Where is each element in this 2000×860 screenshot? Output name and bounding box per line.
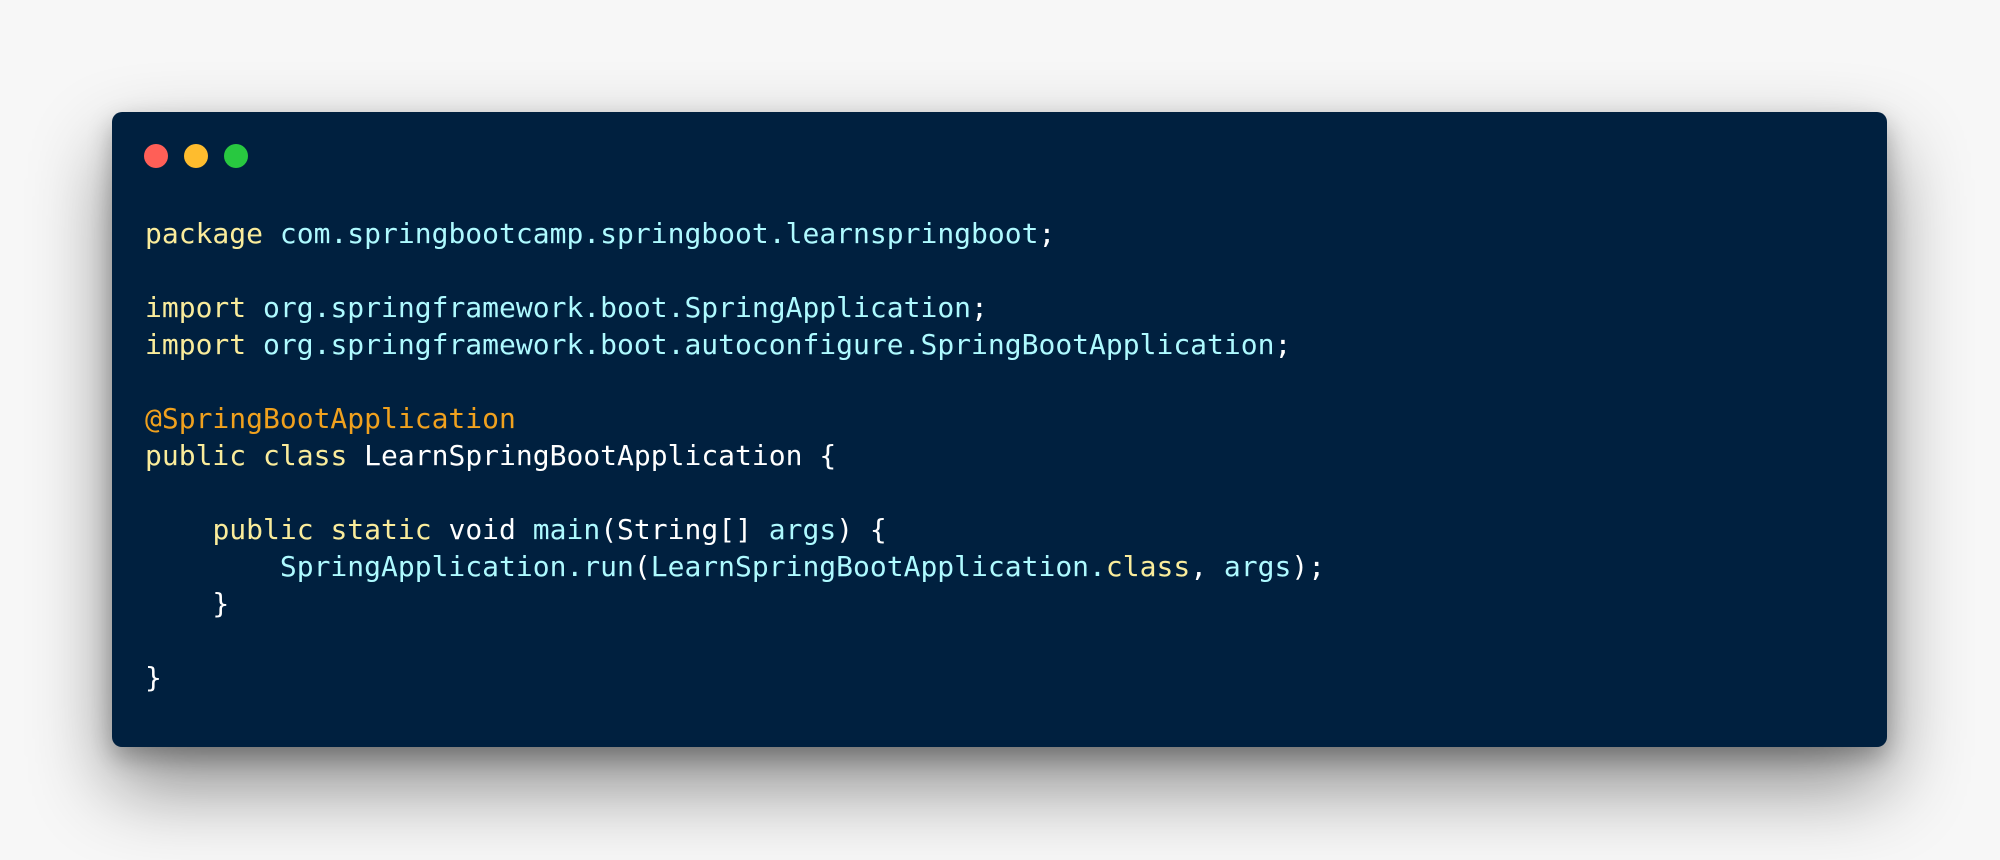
code-line: public static void main(String[] args) { bbox=[145, 511, 1325, 548]
code-line: public class LearnSpringBootApplication … bbox=[145, 437, 1325, 474]
code-window: package com.springbootcamp.springboot.le… bbox=[112, 112, 1887, 747]
code-block: package com.springbootcamp.springboot.le… bbox=[145, 215, 1325, 696]
close-window-dot-icon[interactable] bbox=[144, 144, 168, 168]
code-token-ident: org.springframework.boot.SpringApplicati… bbox=[263, 291, 972, 324]
code-token-ident: com.springbootcamp.springboot.learnsprin… bbox=[279, 217, 1039, 250]
code-line: } bbox=[145, 659, 1325, 696]
code-token-plain: ; bbox=[1038, 217, 1056, 250]
code-line: package com.springbootcamp.springboot.le… bbox=[145, 215, 1325, 252]
code-line: } bbox=[145, 585, 1325, 622]
code-token-plain: ); bbox=[1291, 550, 1326, 583]
code-token-plain: (String[] bbox=[600, 513, 769, 546]
code-token-keyword: public bbox=[145, 439, 247, 472]
code-token-plain: ; bbox=[1274, 328, 1292, 361]
code-token-plain: void bbox=[431, 513, 533, 546]
code-line: import org.springframework.boot.SpringAp… bbox=[145, 289, 1325, 326]
window-title-bar bbox=[144, 144, 248, 168]
code-token-ident: args bbox=[768, 513, 837, 546]
code-token-keyword: import bbox=[145, 328, 247, 361]
code-token-plain: LearnSpringBootApplication { bbox=[347, 439, 837, 472]
code-token-keyword: static bbox=[330, 513, 432, 546]
code-token-plain: , bbox=[1190, 550, 1224, 583]
code-token-ident: LearnSpringBootApplication. bbox=[650, 550, 1106, 583]
code-token-plain: ( bbox=[633, 550, 651, 583]
code-token-ident: args bbox=[1223, 550, 1292, 583]
code-token-keyword: class bbox=[1105, 550, 1191, 583]
maximize-window-dot-icon[interactable] bbox=[224, 144, 248, 168]
code-token-keyword: package bbox=[145, 217, 264, 250]
code-token-ident: org.springframework.boot.autoconfigure.S… bbox=[263, 328, 1275, 361]
code-token-ident: SpringApplication.run bbox=[279, 550, 634, 583]
code-token-plain: ) { bbox=[836, 513, 887, 546]
code-line: SpringApplication.run(LearnSpringBootApp… bbox=[145, 548, 1325, 585]
code-line: @SpringBootApplication bbox=[145, 400, 1325, 437]
code-token-plain: } bbox=[145, 661, 162, 694]
code-token-ident: main bbox=[532, 513, 601, 546]
code-token-keyword: import bbox=[145, 291, 247, 324]
code-line: import org.springframework.boot.autoconf… bbox=[145, 326, 1325, 363]
code-token-plain: ; bbox=[971, 291, 988, 324]
code-token-plain: } bbox=[145, 587, 230, 620]
minimize-window-dot-icon[interactable] bbox=[184, 144, 208, 168]
code-token-annotation: @SpringBootApplication bbox=[145, 402, 516, 435]
code-token-keyword: public bbox=[212, 513, 314, 546]
code-token-keyword: class bbox=[263, 439, 348, 472]
